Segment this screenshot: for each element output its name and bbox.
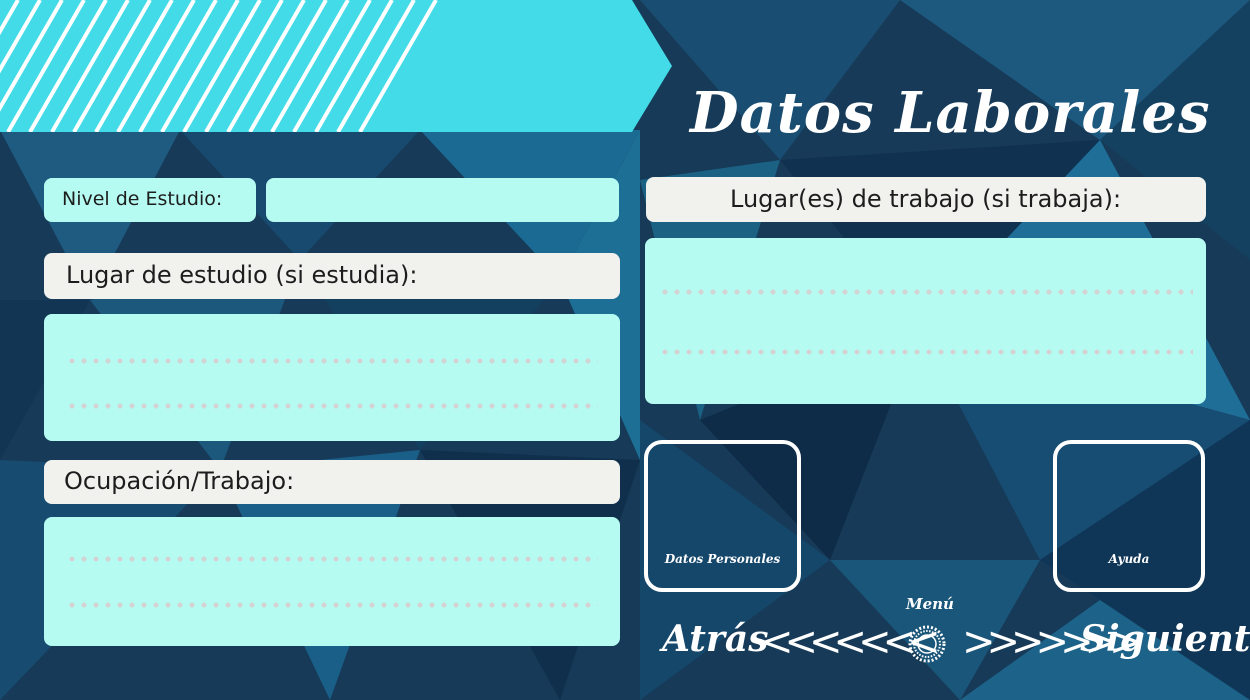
datos-personales-label: Datos Personales: [664, 552, 781, 566]
ocupacion-input[interactable]: [44, 517, 620, 646]
chevrons-left-icon[interactable]: <<<<<<<: [760, 622, 941, 662]
lugar-estudio-label: Lugar de estudio (si estudia):: [44, 253, 620, 299]
dotted-line: [66, 403, 598, 409]
lugar-trabajo-input[interactable]: [645, 238, 1206, 404]
dotted-line: [659, 289, 1193, 295]
dotted-line: [66, 556, 598, 562]
page: Datos Laborales Nivel de Estudio: Lugar …: [0, 0, 1250, 700]
lugar-estudio-input[interactable]: [44, 314, 620, 441]
ocupacion-label: Ocupación/Trabajo:: [44, 460, 620, 504]
menu-label: Menú: [906, 595, 954, 613]
nivel-estudio-label: Nivel de Estudio:: [44, 178, 256, 222]
dotted-line: [66, 602, 598, 608]
nivel-estudio-input[interactable]: [266, 178, 619, 222]
header-banner: [0, 0, 672, 132]
dotted-line: [66, 358, 598, 364]
next-button[interactable]: Siguiente: [1080, 618, 1250, 660]
ayuda-button[interactable]: Ayuda: [1053, 440, 1205, 592]
lugar-trabajo-label: Lugar(es) de trabajo (si trabaja):: [646, 177, 1206, 222]
back-button[interactable]: Atrás: [662, 618, 769, 660]
page-title: Datos Laborales: [690, 80, 1211, 146]
datos-personales-button[interactable]: Datos Personales: [644, 440, 801, 592]
dotted-line: [659, 349, 1193, 355]
menu-ring-icon[interactable]: [907, 624, 947, 664]
ayuda-label: Ayuda: [1108, 552, 1150, 566]
